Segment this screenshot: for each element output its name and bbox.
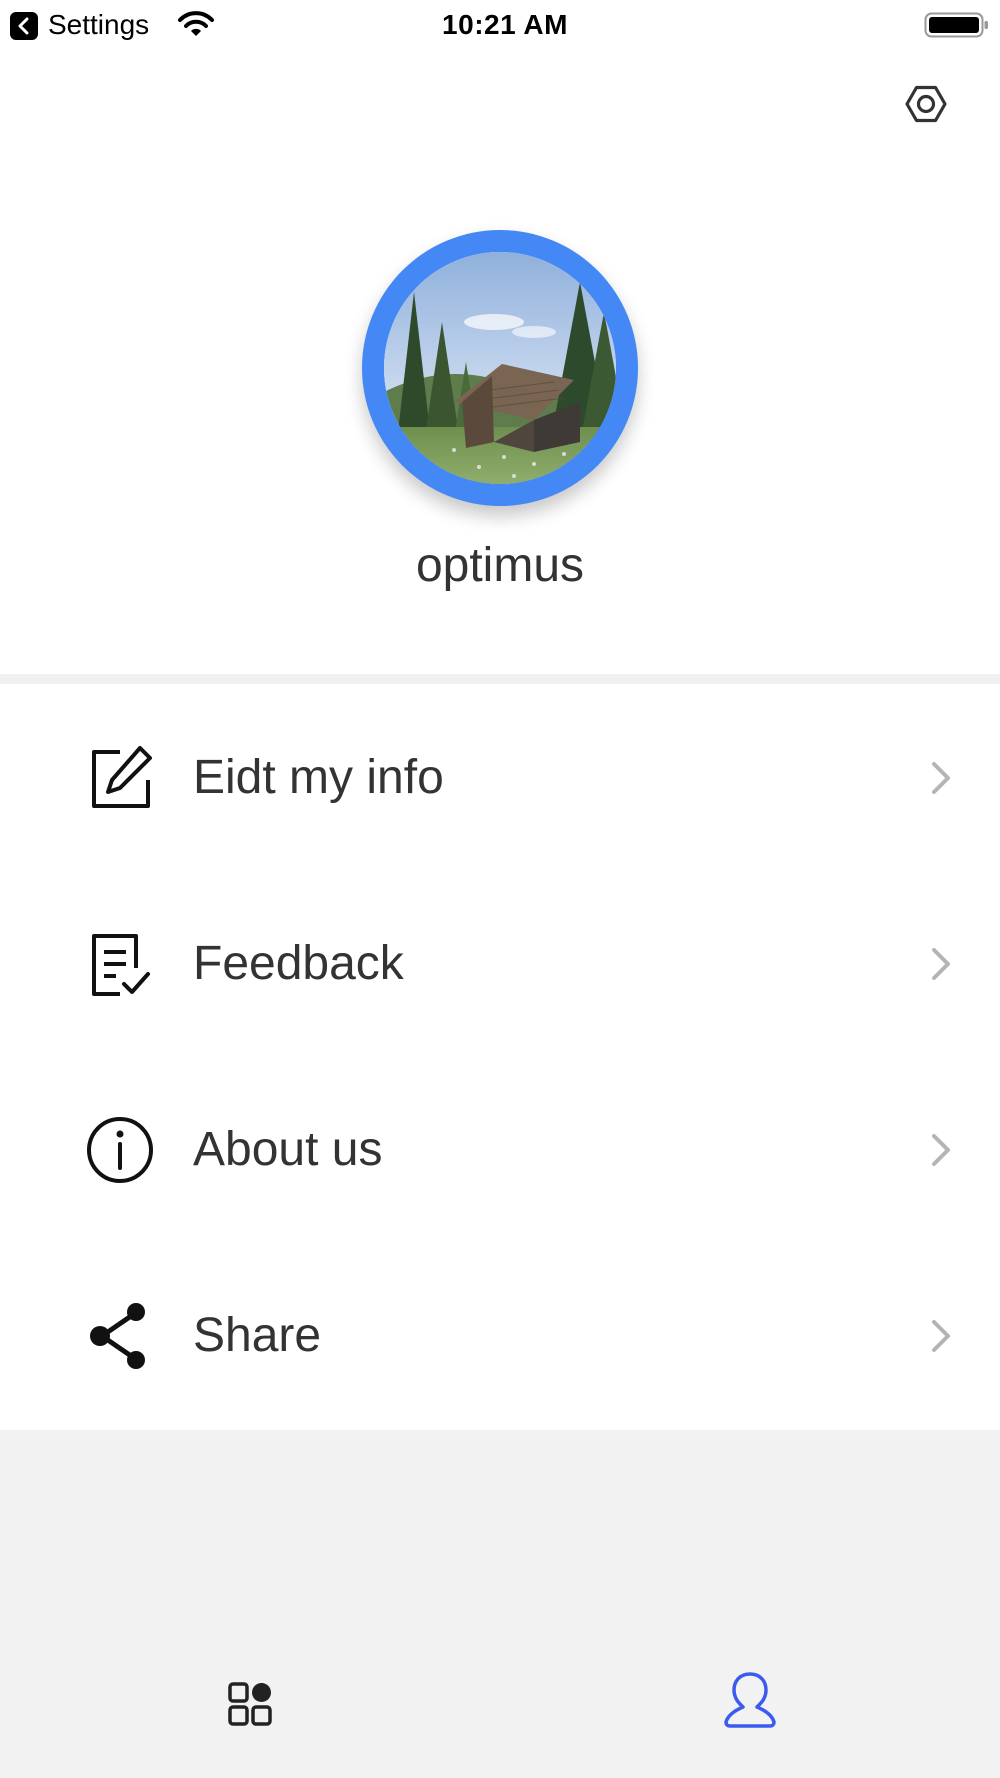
- battery-full-icon: [924, 12, 988, 38]
- chevron-right-icon: [932, 1320, 950, 1352]
- feedback-icon: [92, 934, 150, 996]
- status-bar: Settings 10:21 AM: [0, 0, 1000, 50]
- menu-item-feedback[interactable]: Feedback: [0, 870, 1000, 1056]
- tab-profile[interactable]: [500, 1600, 1000, 1778]
- avatar[interactable]: [362, 230, 638, 506]
- menu-list: Eidt my info Feedback About us Share: [0, 684, 1000, 1430]
- apps-icon: [228, 1682, 272, 1726]
- share-icon: [90, 1303, 145, 1369]
- menu-item-label: Feedback: [193, 937, 404, 990]
- username: optimus: [415, 539, 585, 592]
- gear-icon[interactable]: [898, 76, 954, 132]
- profile-header: optimus: [0, 50, 1000, 674]
- user-icon: [724, 1672, 776, 1728]
- tab-bar: [0, 1600, 1000, 1778]
- menu-item-label: Eidt my info: [193, 751, 444, 804]
- chevron-right-icon: [932, 948, 950, 980]
- info-icon: [87, 1117, 153, 1183]
- menu-item-about-us[interactable]: About us: [0, 1056, 1000, 1242]
- edit-icon: [92, 746, 152, 808]
- clock: 10:21 AM: [442, 9, 568, 40]
- menu-item-label: About us: [193, 1123, 383, 1176]
- menu-item-share[interactable]: Share: [0, 1242, 1000, 1428]
- section-divider: [0, 674, 1000, 684]
- avatar-photo: [384, 252, 616, 484]
- chevron-right-icon: [932, 1134, 950, 1166]
- tab-home[interactable]: [0, 1600, 500, 1778]
- chevron-right-icon: [932, 762, 950, 794]
- profile-screen: Settings 10:21 AM optimus Eidt my info F…: [0, 0, 1000, 1778]
- menu-item-edit-info[interactable]: Eidt my info: [0, 684, 1000, 870]
- menu-item-label: Share: [193, 1309, 322, 1362]
